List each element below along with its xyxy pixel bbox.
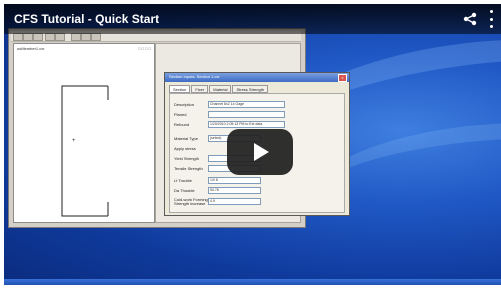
field-label: Material Type xyxy=(174,136,198,141)
toolbar-button[interactable] xyxy=(45,33,55,41)
video-frame[interactable]: usMember1.cxr □ □ □ □ + Section Inputs: … xyxy=(4,4,501,285)
toolbar-button[interactable] xyxy=(33,33,43,41)
field-label: Yield Strength xyxy=(174,156,199,161)
more-options-icon[interactable] xyxy=(487,10,495,28)
field-label: Da Thouble xyxy=(174,188,195,193)
field-label: Refound xyxy=(174,122,190,127)
play-icon xyxy=(254,143,269,161)
video-title[interactable]: CFS Tutorial - Quick Start xyxy=(14,12,159,26)
refound-input[interactable]: 1/20/2010 2:05:13 PM to Ext data xyxy=(208,121,285,128)
channel-section-shape xyxy=(61,85,109,217)
planed-input[interactable] xyxy=(208,111,285,118)
close-icon[interactable]: x xyxy=(338,74,347,82)
toolbar-button[interactable] xyxy=(13,33,23,41)
da-thouble-input[interactable]: 50.78 xyxy=(208,187,261,194)
toolbar-button[interactable] xyxy=(91,33,101,41)
drawing-canvas[interactable]: usMember1.cxr □ □ □ □ + xyxy=(13,43,155,223)
toolbar-button[interactable] xyxy=(81,33,91,41)
centroid-marker: + xyxy=(72,138,76,144)
tab-section[interactable]: Section xyxy=(169,85,191,93)
field-label: Cold-work Forming Strength increase xyxy=(174,197,208,206)
toolbar-button[interactable] xyxy=(71,33,81,41)
tab-material[interactable]: Material xyxy=(209,85,232,93)
field-label: Tensile Strength xyxy=(174,166,203,171)
field-label: Description xyxy=(174,102,195,107)
dialog-tabs: Section Fixer Material Stress Strength xyxy=(169,85,269,93)
play-button[interactable] xyxy=(227,129,293,175)
toolbar-button[interactable] xyxy=(55,33,65,41)
tab-stress-strength[interactable]: Stress Strength xyxy=(232,85,269,93)
video-title-bar: CFS Tutorial - Quick Start xyxy=(4,4,501,34)
tab-fixer[interactable]: Fixer xyxy=(191,85,209,93)
field-label: Lt Trouble xyxy=(174,178,192,183)
toolbar-button[interactable] xyxy=(23,33,33,41)
cold-work-input[interactable]: 4.9 xyxy=(208,198,261,205)
lt-trouble-input[interactable]: 1/0 8 xyxy=(208,177,261,184)
taskbar xyxy=(4,279,501,285)
field-label: Apply stress xyxy=(174,146,196,151)
field-label: Planed xyxy=(174,112,187,117)
dialog-title-bar[interactable]: Section Inputs: Section 1.cxr x xyxy=(165,73,349,82)
dialog-title: Section Inputs: Section 1.cxr xyxy=(169,74,220,79)
description-input[interactable]: Channel 8x2 14 Gage xyxy=(208,101,285,108)
share-icon[interactable] xyxy=(463,12,477,26)
